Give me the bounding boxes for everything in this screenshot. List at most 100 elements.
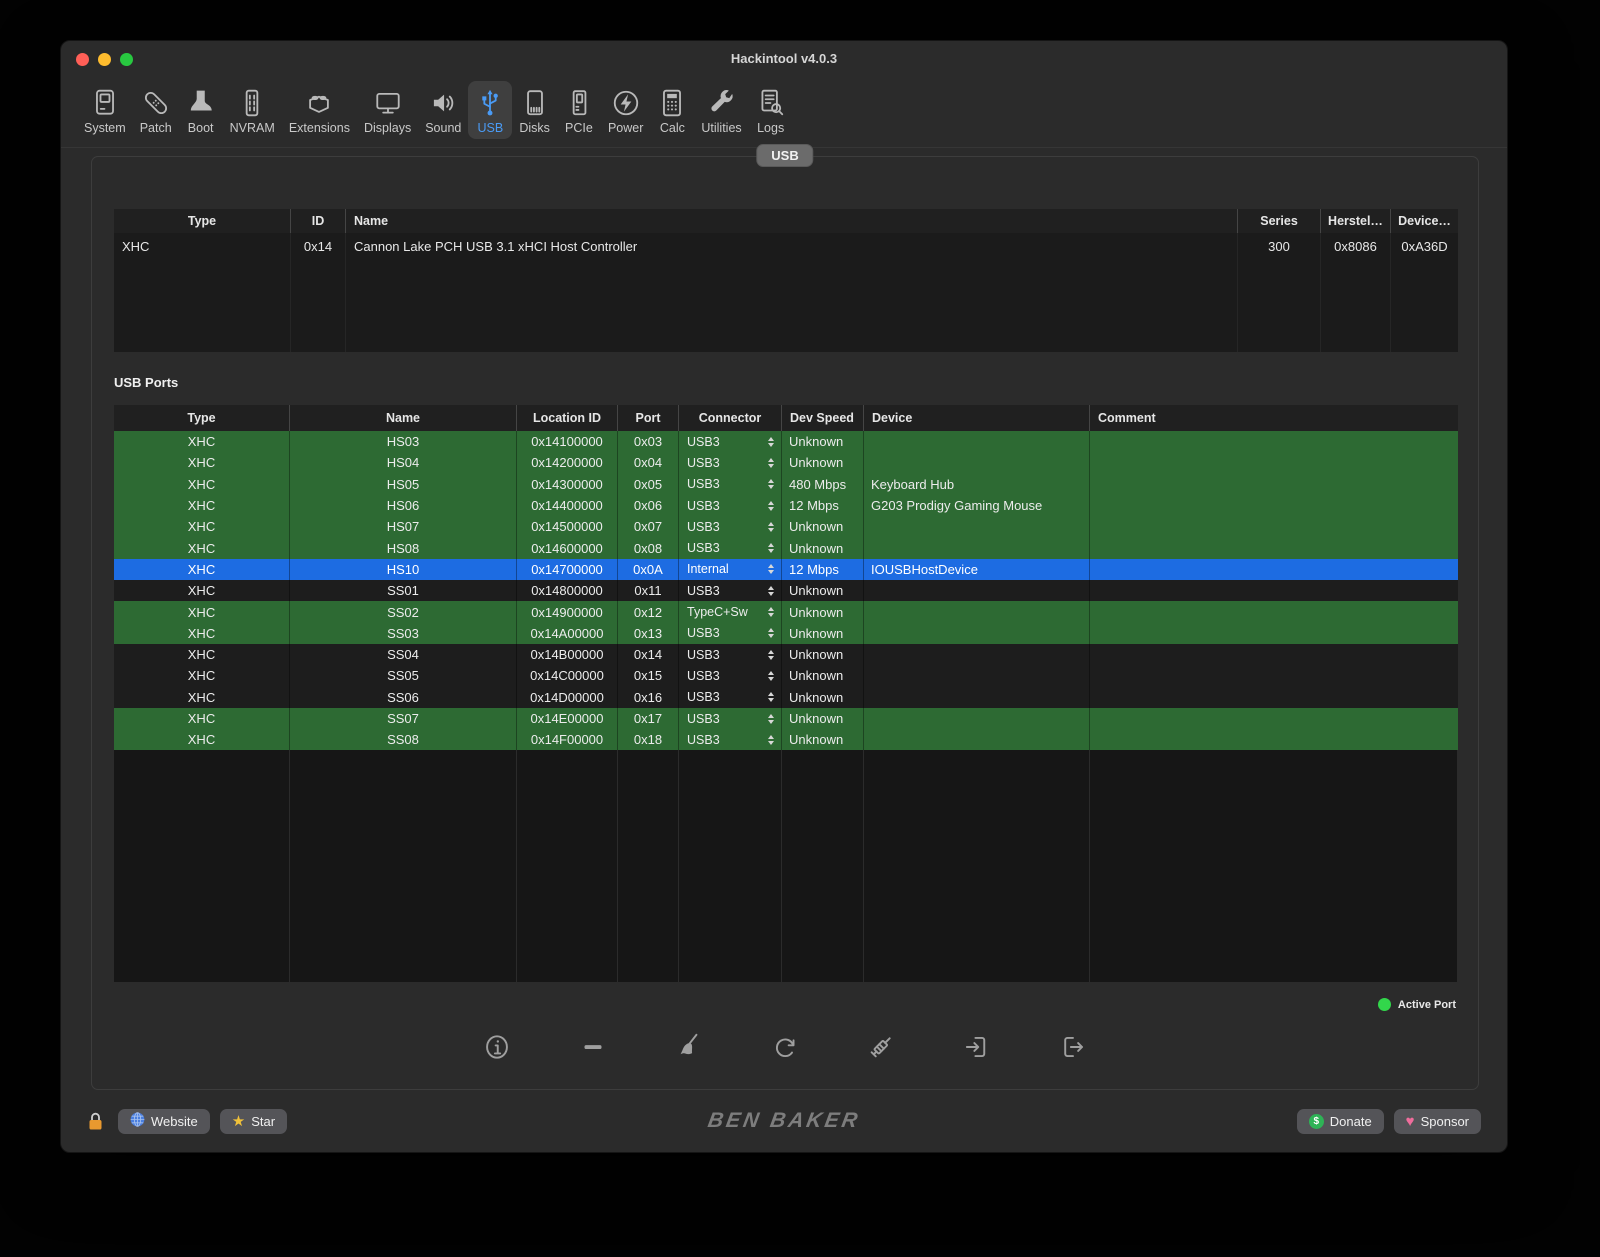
refresh-icon <box>769 1031 801 1063</box>
table-row[interactable]: XHC SS01 0x14800000 0x11 USB3 Unknown <box>114 580 1458 601</box>
cell-location-id: 0x14500000 <box>517 516 618 537</box>
table-row[interactable]: XHC HS04 0x14200000 0x04 USB3 Unknown <box>114 452 1458 473</box>
table-row[interactable]: XHC SS03 0x14A00000 0x13 USB3 Unknown <box>114 623 1458 644</box>
cell-name: HS10 <box>290 559 517 580</box>
connector-select[interactable]: USB3 <box>679 431 782 452</box>
connector-select[interactable]: USB3 <box>679 452 782 473</box>
star-button[interactable]: ★ Star <box>220 1109 287 1134</box>
cell-name: SS03 <box>290 623 517 644</box>
table-row[interactable]: XHC 0x14 Cannon Lake PCH USB 3.1 xHCI Ho… <box>114 233 1458 259</box>
connector-select[interactable]: Internal <box>679 559 782 580</box>
table-row[interactable]: XHC HS07 0x14500000 0x07 USB3 Unknown <box>114 516 1458 537</box>
drive-icon <box>520 87 550 119</box>
table-row[interactable]: XHC SS05 0x14C00000 0x15 USB3 Unknown <box>114 665 1458 686</box>
toolbar-item-utilities[interactable]: Utilities <box>694 81 748 139</box>
toolbar-item-usb[interactable]: USB <box>468 81 512 139</box>
toolbar-item-power[interactable]: Power <box>601 81 650 139</box>
table-row[interactable]: XHC SS02 0x14900000 0x12 TypeC+Sw Unknow… <box>114 601 1458 622</box>
active-port-legend: Active Port <box>1378 998 1456 1011</box>
table-row[interactable]: XHC SS04 0x14B00000 0x14 USB3 Unknown <box>114 644 1458 665</box>
header-dev-speed[interactable]: Dev Speed <box>782 405 864 431</box>
header-type[interactable]: Type <box>114 405 290 431</box>
import-button[interactable] <box>961 1031 993 1063</box>
cell-dev-speed: Unknown <box>782 644 864 665</box>
toolbar-item-boot[interactable]: Boot <box>179 81 223 139</box>
table-row[interactable]: XHC SS07 0x14E00000 0x17 USB3 Unknown <box>114 708 1458 729</box>
toolbar-item-displays[interactable]: Displays <box>357 81 418 139</box>
table-row[interactable]: XHC HS06 0x14400000 0x06 USB3 12 Mbps G2… <box>114 495 1458 516</box>
table-row[interactable]: XHC SS06 0x14D00000 0x16 USB3 Unknown <box>114 687 1458 708</box>
inject-button[interactable] <box>865 1031 897 1063</box>
cell-name: SS05 <box>290 665 517 686</box>
toolbar-item-patch[interactable]: Patch <box>133 81 179 139</box>
connector-select[interactable]: TypeC+Sw <box>679 601 782 622</box>
header-id[interactable]: ID <box>291 209 346 233</box>
table-row[interactable]: XHC SS08 0x14F00000 0x18 USB3 Unknown <box>114 729 1458 750</box>
cell-type: XHC <box>114 644 290 665</box>
stepper-icon <box>768 714 774 724</box>
header-connector[interactable]: Connector <box>679 405 782 431</box>
cell-name: SS02 <box>290 601 517 622</box>
cell-device <box>864 665 1090 686</box>
remove-button[interactable] <box>577 1031 609 1063</box>
cell-device: IOUSBHostDevice <box>864 559 1090 580</box>
header-location[interactable]: Location ID <box>517 405 618 431</box>
connector-select[interactable]: USB3 <box>679 474 782 495</box>
connector-select[interactable]: USB3 <box>679 665 782 686</box>
dollar-coin-icon: $ <box>1309 1114 1324 1129</box>
header-series[interactable]: Series <box>1238 209 1321 233</box>
window-footer: Website ★ Star BEN BAKER $ Donate ♥ Spon… <box>61 1090 1507 1152</box>
sponsor-button[interactable]: ♥ Sponsor <box>1394 1109 1481 1134</box>
connector-select[interactable]: USB3 <box>679 623 782 644</box>
info-button[interactable] <box>481 1031 513 1063</box>
clean-button[interactable] <box>673 1031 705 1063</box>
toolbar-item-calc[interactable]: Calc <box>650 81 694 139</box>
connector-select[interactable]: USB3 <box>679 708 782 729</box>
cell-port: 0x08 <box>618 537 679 558</box>
connector-select[interactable]: USB3 <box>679 495 782 516</box>
donate-button[interactable]: $ Donate <box>1297 1109 1384 1134</box>
main-toolbar: System Patch Boot NVRAM Extensions Displ… <box>61 77 1507 148</box>
toolbar-item-system[interactable]: System <box>77 81 133 139</box>
toolbar-item-extensions[interactable]: Extensions <box>282 81 357 139</box>
stepper-icon <box>768 522 774 532</box>
toolbar-item-label: Disks <box>519 121 550 135</box>
toolbar-item-label: Patch <box>140 121 172 135</box>
connector-select[interactable]: USB3 <box>679 729 782 750</box>
header-device[interactable]: Device… <box>1391 209 1458 233</box>
brick-icon <box>304 87 334 119</box>
export-button[interactable] <box>1057 1031 1089 1063</box>
table-row[interactable]: XHC HS05 0x14300000 0x05 USB3 480 Mbps K… <box>114 474 1458 495</box>
connector-select[interactable]: USB3 <box>679 687 782 708</box>
cell-port: 0x14 <box>618 644 679 665</box>
website-button[interactable]: Website <box>118 1109 210 1134</box>
table-row[interactable]: XHC HS03 0x14100000 0x03 USB3 Unknown <box>114 431 1458 452</box>
connector-select[interactable]: USB3 <box>679 537 782 558</box>
refresh-button[interactable] <box>769 1031 801 1063</box>
toolbar-item-label: Power <box>608 121 643 135</box>
connector-select[interactable]: USB3 <box>679 644 782 665</box>
header-herstel[interactable]: Herstel… <box>1321 209 1391 233</box>
toolbar-item-nvram[interactable]: NVRAM <box>223 81 282 139</box>
header-name[interactable]: Name <box>290 405 517 431</box>
usb-icon <box>475 87 505 119</box>
active-port-label: Active Port <box>1398 999 1456 1011</box>
toolbar-item-sound[interactable]: Sound <box>418 81 468 139</box>
active-port-dot <box>1378 998 1391 1011</box>
toolbar-item-logs[interactable]: Logs <box>749 81 793 139</box>
toolbar-item-disks[interactable]: Disks <box>512 81 557 139</box>
cell-location-id: 0x14700000 <box>517 559 618 580</box>
header-name[interactable]: Name <box>346 209 1238 233</box>
table-row[interactable]: XHC HS10 0x14700000 0x0A Internal 12 Mbp… <box>114 559 1458 580</box>
connector-select[interactable]: USB3 <box>679 516 782 537</box>
header-device[interactable]: Device <box>864 405 1090 431</box>
header-comment[interactable]: Comment <box>1090 405 1458 431</box>
header-type[interactable]: Type <box>114 209 291 233</box>
tab-usb[interactable]: USB <box>756 144 813 167</box>
table-row[interactable]: XHC HS08 0x14600000 0x08 USB3 Unknown <box>114 537 1458 558</box>
toolbar-item-pcie[interactable]: PCIe <box>557 81 601 139</box>
connector-value: USB3 <box>687 541 720 555</box>
connector-select[interactable]: USB3 <box>679 580 782 601</box>
header-port[interactable]: Port <box>618 405 679 431</box>
toolbar-item-label: PCIe <box>565 121 593 135</box>
